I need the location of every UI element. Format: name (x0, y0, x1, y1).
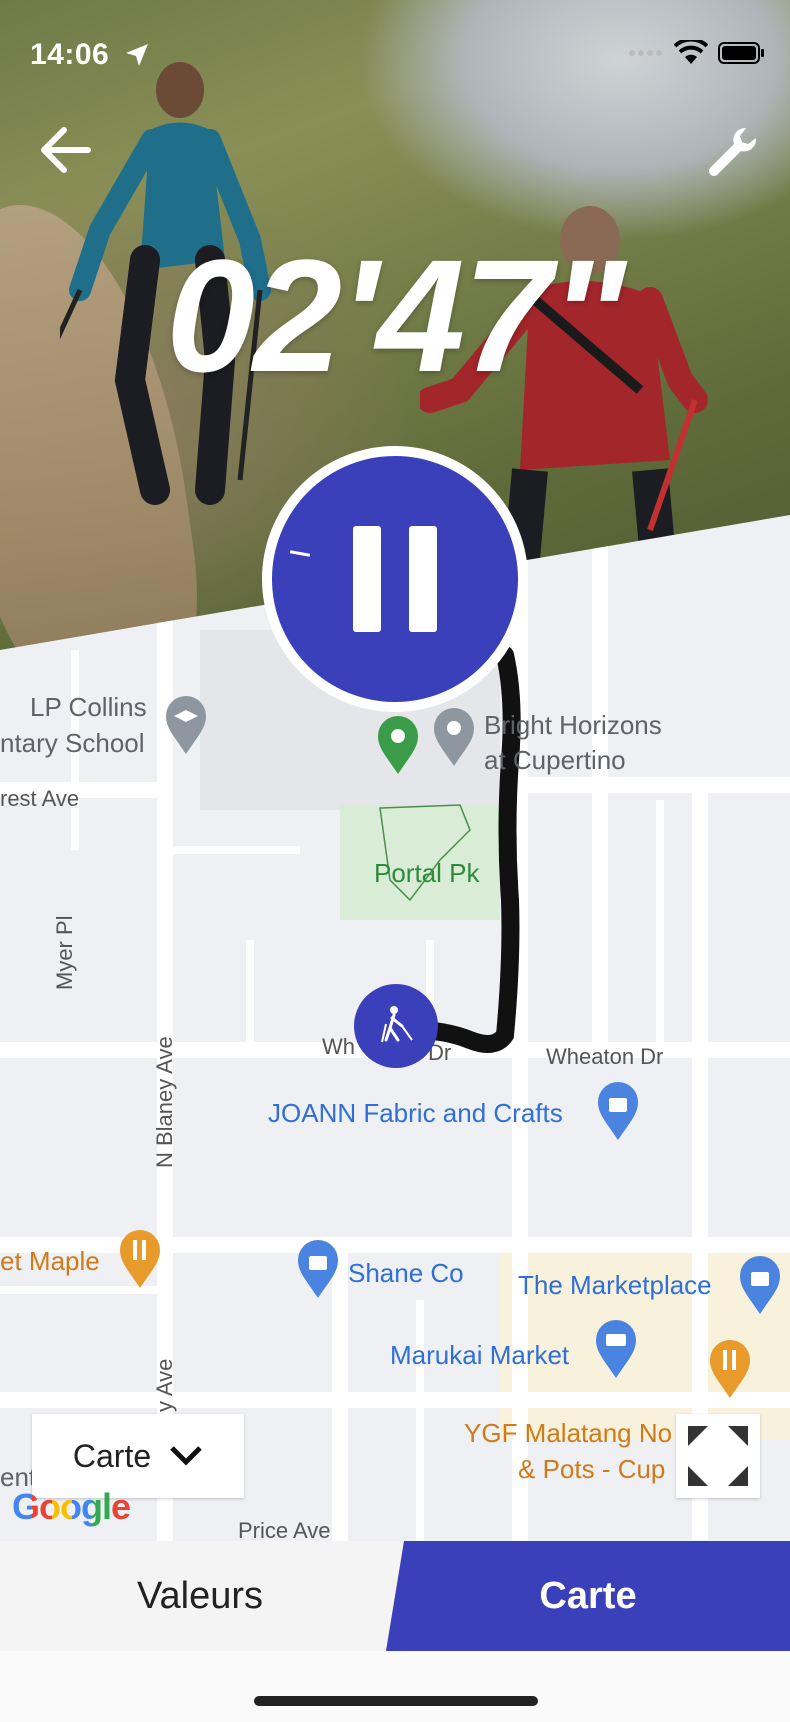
tab-values[interactable]: Valeurs (0, 1541, 400, 1651)
restaurant-pin-icon[interactable] (118, 1230, 162, 1290)
home-area (0, 1651, 790, 1722)
signal-dots-icon (629, 50, 662, 56)
nordic-walker-icon (381, 1006, 413, 1043)
street-label: y Ave (152, 1358, 177, 1412)
current-position-marker (354, 984, 438, 1068)
shopping-bag-pin-icon[interactable] (596, 1082, 640, 1142)
place-label[interactable]: LP Collins (30, 692, 147, 723)
map-pin-gray-icon[interactable] (432, 708, 476, 768)
workout-timer: 02'47" (166, 226, 626, 405)
street-label: N Blaney Ave (152, 1036, 177, 1168)
pause-icon (353, 526, 381, 632)
battery-icon (718, 42, 764, 64)
street-label: Wh (322, 1034, 355, 1059)
street-label: rest Ave (0, 786, 80, 811)
shopping-cart-pin-icon[interactable] (594, 1320, 638, 1380)
place-label[interactable]: et Maple (0, 1246, 100, 1277)
home-indicator[interactable] (254, 1696, 538, 1706)
wifi-icon (674, 40, 708, 64)
shopping-bag-pin-icon[interactable] (296, 1240, 340, 1300)
tab-map[interactable]: Carte (386, 1541, 790, 1651)
map-pin-green-icon[interactable] (376, 716, 420, 776)
school-pin-icon[interactable] (164, 696, 208, 756)
status-icons (628, 40, 766, 66)
street-label: Price Ave (238, 1518, 331, 1541)
map-type-label: Carte (72, 1437, 152, 1474)
pause-button[interactable] (262, 446, 528, 712)
progress-tick (289, 550, 311, 557)
place-label[interactable]: Bright Horizons (484, 710, 662, 741)
place-label[interactable]: Marukai Market (390, 1340, 569, 1371)
pause-icon (409, 526, 437, 632)
google-attribution: Google (12, 1486, 131, 1527)
chevron-down-icon (170, 1446, 202, 1466)
bottom-tab-bar: Valeurs Carte (0, 1541, 790, 1651)
restaurant-pin-icon[interactable] (708, 1340, 752, 1400)
place-label[interactable]: JOANN Fabric and Crafts (268, 1098, 563, 1129)
place-label[interactable]: Shane Co (348, 1258, 464, 1289)
place-label[interactable]: & Pots - Cup (518, 1454, 665, 1485)
street-label: Myer Pl (52, 915, 77, 990)
place-label[interactable]: The Marketplace (518, 1270, 712, 1301)
place-label[interactable]: ntary School (0, 728, 145, 759)
fullscreen-icon (688, 1426, 748, 1486)
street-label: Wheaton Dr (546, 1044, 664, 1069)
shopping-bag-pin-icon[interactable] (738, 1256, 782, 1316)
park-label[interactable]: Portal Pk (374, 858, 480, 889)
status-time: 14:06 (30, 38, 110, 71)
place-label[interactable]: YGF Malatang No (464, 1418, 672, 1449)
location-arrow-icon (126, 44, 148, 66)
back-arrow-icon[interactable] (36, 120, 96, 180)
place-label[interactable]: at Cupertino (484, 745, 626, 776)
fullscreen-button[interactable] (676, 1414, 760, 1498)
wrench-icon[interactable] (700, 122, 760, 182)
